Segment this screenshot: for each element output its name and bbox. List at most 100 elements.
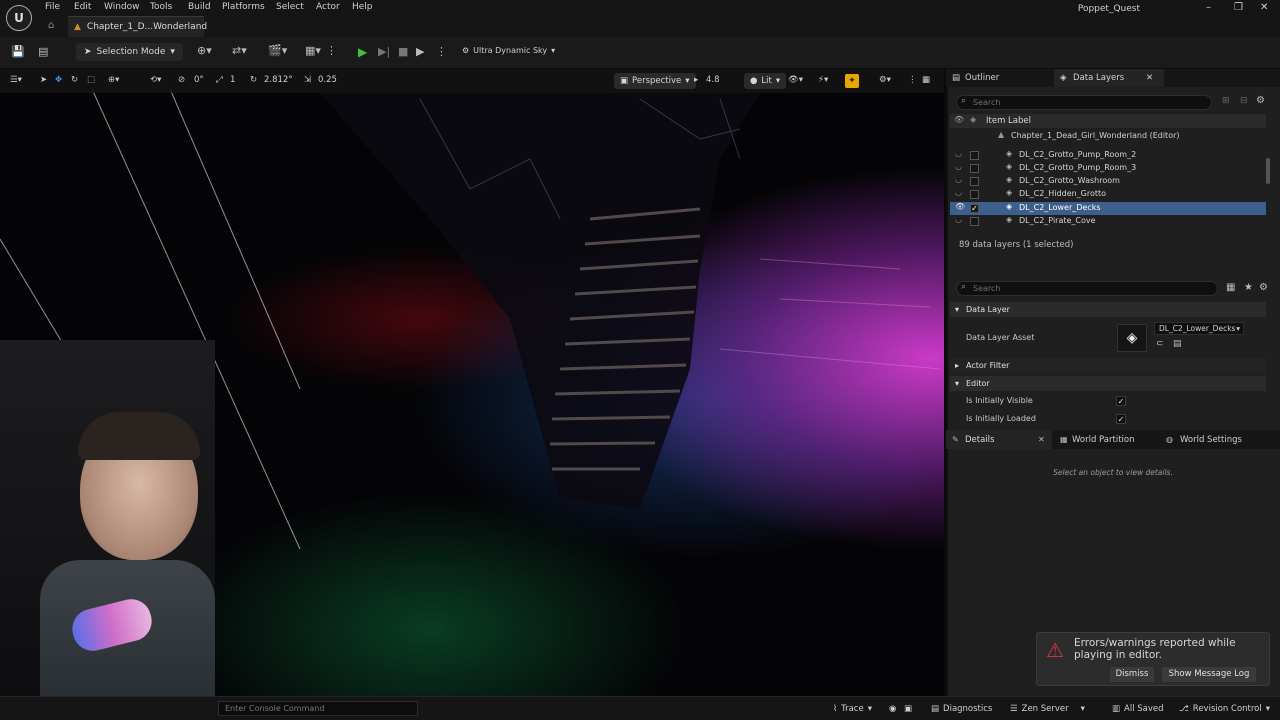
viewport-menu-icon[interactable]: ☰▾ [10, 75, 22, 85]
menu-edit[interactable]: Edit [74, 2, 91, 12]
performance-icon[interactable]: ⚡▾ [818, 75, 828, 85]
content-browser-icon[interactable]: ▤ [38, 45, 48, 58]
viewport-settings-icon[interactable]: ⚙▾ [879, 75, 891, 85]
tab-outliner[interactable]: Outliner [965, 73, 999, 83]
grid-angle-value[interactable]: 0° [194, 75, 204, 85]
selection-mode-dropdown[interactable]: ➤ Selection Mode ▾ [76, 43, 183, 61]
menu-help[interactable]: Help [352, 2, 373, 12]
tab-level[interactable]: ▲ Chapter_1_D...Wonderland [68, 16, 207, 37]
browse-asset-icon[interactable]: ▤ [1173, 339, 1182, 349]
section-editor[interactable]: ▾ Editor [950, 376, 1266, 391]
data-layer-asset-thumbnail[interactable]: ◈ [1117, 324, 1147, 352]
save-status-button[interactable]: ▥ All Saved [1112, 704, 1164, 714]
show-flags-icon[interactable]: 👁▾ [788, 75, 803, 85]
add-layer-icon[interactable]: ⊞ [1222, 96, 1230, 106]
play-options-icon[interactable]: ⋮ [436, 45, 447, 58]
settings-icon[interactable]: ⚙ [1259, 282, 1268, 293]
visibility-icon[interactable]: ◡ [955, 215, 962, 224]
translate-tool-icon[interactable]: ✥ [55, 75, 62, 85]
load-checkbox[interactable] [970, 190, 979, 199]
cinematics-icon[interactable]: 🎬▾ [268, 44, 287, 57]
menu-actor[interactable]: Actor [316, 2, 340, 12]
layer-row-hidden-grotto[interactable]: ◡ ◈ DL_C2_Hidden_Grotto [950, 188, 1266, 201]
tab-data-layers[interactable]: Data Layers [1073, 73, 1124, 83]
tab-world-partition[interactable]: World Partition [1072, 435, 1134, 445]
home-icon[interactable]: ⌂ [48, 20, 54, 31]
settings-icon[interactable]: ⚙ [1256, 95, 1265, 106]
scale-snap-value[interactable]: 0.25 [318, 75, 337, 85]
close-tab-icon[interactable]: ✕ [1038, 435, 1045, 444]
layer-row-pump-room-2[interactable]: ◡ ◈ DL_C2_Grotto_Pump_Room_2 [950, 149, 1266, 162]
layer-row-washroom[interactable]: ◡ ◈ DL_C2_Grotto_Washroom [950, 175, 1266, 188]
console-command-input[interactable]: Enter Console Command [218, 701, 418, 716]
screenshot-icon[interactable]: ▣ [904, 704, 912, 714]
more-options-icon[interactable]: ⋮ [326, 44, 337, 57]
scale-snap-icon[interactable]: ⇲ [304, 75, 311, 85]
layer-details-search-input[interactable]: Search [956, 281, 1218, 296]
remove-layer-icon[interactable]: ⊟ [1240, 96, 1248, 106]
visibility-icon[interactable]: 👁 [955, 202, 965, 211]
visibility-icon[interactable]: ◡ [955, 149, 962, 158]
visibility-icon[interactable]: ◡ [955, 175, 962, 184]
dismiss-button[interactable]: Dismiss [1110, 667, 1154, 682]
revision-control-button[interactable]: ⎇ Revision Control ▾ [1179, 704, 1270, 714]
visibility-icon[interactable]: ◡ [955, 188, 962, 197]
menu-window[interactable]: Window [104, 2, 140, 12]
maximize-icon[interactable]: ❐ [1234, 2, 1243, 13]
record-icon[interactable]: ◉ [889, 704, 896, 714]
rotation-snap-value[interactable]: 2.812° [264, 75, 293, 85]
favorite-star-icon[interactable]: ★ [1244, 282, 1253, 293]
grid-snap-value[interactable]: 1 [230, 75, 235, 85]
save-icon[interactable]: 💾 [11, 45, 25, 58]
add-actor-icon[interactable]: ⊕▾ [197, 44, 212, 57]
menu-tools[interactable]: Tools [150, 2, 172, 12]
diagnostics-button[interactable]: ▤ Diagnostics [931, 704, 992, 714]
menu-platforms[interactable]: Platforms [222, 2, 265, 12]
load-checkbox[interactable] [970, 151, 979, 160]
load-checkbox[interactable] [970, 164, 979, 173]
menu-file[interactable]: File [45, 2, 60, 12]
scale-tool-icon[interactable]: ⬚ [87, 75, 95, 85]
is-initially-visible-checkbox[interactable]: ✓ [1116, 396, 1126, 406]
data-layers-search-input[interactable]: Search [956, 95, 1212, 110]
visibility-icon[interactable]: ◡ [955, 162, 962, 171]
surface-snap-icon[interactable]: ⟲▾ [150, 75, 161, 85]
select-tool-icon[interactable]: ➤ [40, 75, 47, 85]
use-selected-icon[interactable]: ⊂ [1156, 339, 1164, 349]
eject-icon[interactable]: ▶ [416, 45, 424, 58]
viewport-options-icon[interactable]: ⋮ [908, 75, 917, 85]
section-data-layer[interactable]: ▾ Data Layer [950, 302, 1266, 317]
sky-preset-dropdown[interactable]: ⚙ Ultra Dynamic Sky ▾ [462, 46, 555, 55]
load-checkbox[interactable]: ✓ [970, 204, 979, 213]
close-window-icon[interactable]: ✕ [1260, 2, 1268, 13]
tab-details[interactable]: Details [965, 435, 994, 445]
camera-speed-value[interactable]: 4.8 [706, 75, 720, 85]
minimize-icon[interactable]: – [1206, 2, 1211, 13]
menu-build[interactable]: Build [188, 2, 211, 12]
layer-row-lower-decks[interactable]: 👁 ✓ ◈ DL_C2_Lower_Decks [950, 202, 1266, 215]
tree-scrollbar[interactable] [1266, 158, 1270, 184]
load-checkbox[interactable] [970, 217, 979, 226]
rotate-tool-icon[interactable]: ↻ [71, 75, 78, 85]
tree-root-row[interactable]: ▲ Chapter_1_Dead_Girl_Wonderland (Editor… [950, 130, 1266, 143]
rotation-snap-icon[interactable]: ↻ [250, 75, 257, 85]
show-message-log-button[interactable]: Show Message Log [1162, 667, 1256, 682]
modes-icon[interactable]: ▦▾ [305, 44, 321, 57]
is-initially-loaded-checkbox[interactable]: ✓ [1116, 414, 1126, 424]
blueprint-icon[interactable]: ⇄▾ [232, 44, 247, 57]
item-label-header[interactable]: Item Label [986, 116, 1031, 126]
world-local-icon[interactable]: ⊕▾ [108, 75, 119, 85]
layer-row-pump-room-3[interactable]: ◡ ◈ DL_C2_Grotto_Pump_Room_3 [950, 162, 1266, 175]
lighting-mode-dropdown[interactable]: ● Lit ▾ [744, 73, 787, 89]
section-actor-filter[interactable]: ▸ Actor Filter [950, 358, 1266, 373]
grid-snap-icon[interactable]: ⊘ [178, 75, 185, 85]
play-icon[interactable]: ▶ [358, 45, 367, 59]
grid-size-icon[interactable]: ⤢ [216, 75, 223, 85]
step-icon[interactable]: ▶| [378, 45, 390, 58]
data-layer-asset-dropdown[interactable]: DL_C2_Lower_Decks ▾ [1154, 322, 1244, 335]
realtime-toggle-icon[interactable]: ✦ [845, 74, 859, 88]
table-view-icon[interactable]: ▦ [1226, 282, 1235, 293]
stop-icon[interactable]: ■ [398, 45, 408, 58]
camera-speed-icon[interactable]: ▸ [694, 75, 698, 85]
load-checkbox[interactable] [970, 177, 979, 186]
